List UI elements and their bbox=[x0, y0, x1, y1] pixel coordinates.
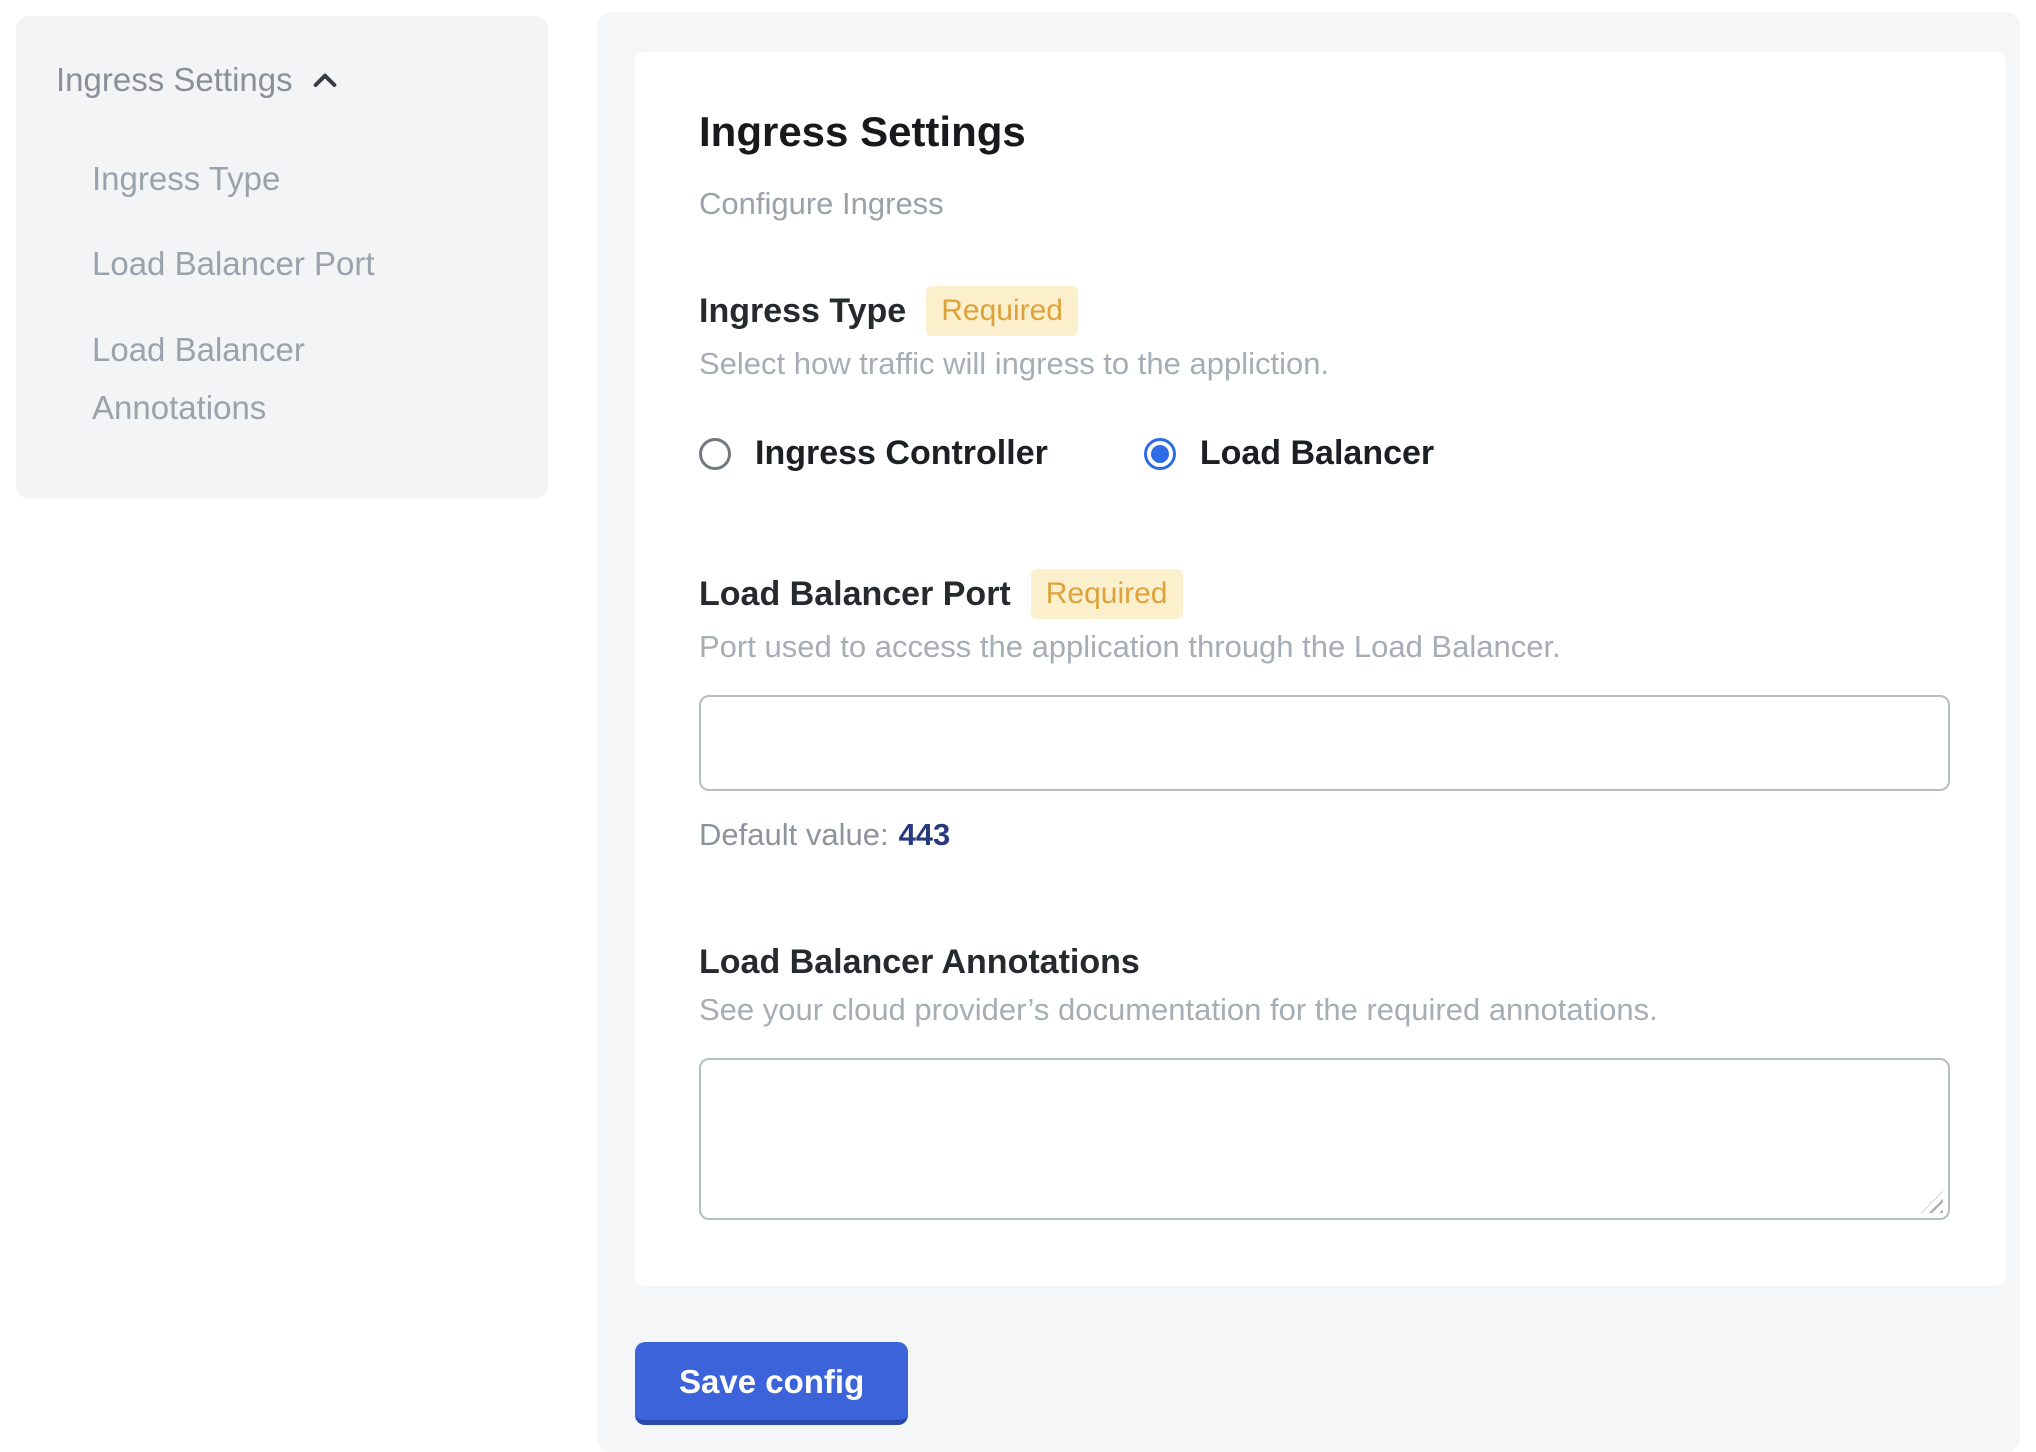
ingress-type-radio-group: Ingress Controller Load Balancer bbox=[699, 434, 1950, 473]
field-load-balancer-port: Load Balancer Port Required Port used to… bbox=[699, 569, 1950, 853]
config-card: Ingress Settings Configure Ingress Ingre… bbox=[635, 52, 2006, 1286]
load-balancer-annotations-textarea[interactable] bbox=[699, 1058, 1950, 1220]
load-balancer-port-input[interactable] bbox=[699, 695, 1950, 791]
load-balancer-port-label: Load Balancer Port bbox=[699, 575, 1011, 614]
radio-option-load-balancer[interactable]: Load Balancer bbox=[1144, 434, 1434, 473]
required-badge: Required bbox=[926, 286, 1078, 336]
field-ingress-type: Ingress Type Required Select how traffic… bbox=[699, 286, 1950, 473]
field-label-row: Load Balancer Port Required bbox=[699, 569, 1950, 619]
page-title: Ingress Settings bbox=[699, 108, 1950, 156]
ingress-type-label: Ingress Type bbox=[699, 292, 906, 331]
load-balancer-annotations-label: Load Balancer Annotations bbox=[699, 943, 1950, 982]
sidebar-items: Ingress Type Load Balancer Port Load Bal… bbox=[56, 150, 508, 437]
default-value-line: Default value: 443 bbox=[699, 817, 1950, 853]
sidebar-nav: Ingress Settings Ingress Type Load Balan… bbox=[16, 16, 548, 499]
load-balancer-port-help: Port used to access the application thro… bbox=[699, 629, 1950, 665]
radio-option-ingress-controller[interactable]: Ingress Controller bbox=[699, 434, 1048, 473]
field-load-balancer-annotations: Load Balancer Annotations See your cloud… bbox=[699, 943, 1950, 1220]
chevron-up-icon bbox=[309, 65, 341, 97]
sidebar-item-load-balancer-annotations[interactable]: Load Balancer Annotations bbox=[92, 321, 402, 437]
radio-label: Load Balancer bbox=[1200, 434, 1434, 473]
radio-selected-icon bbox=[1144, 438, 1176, 470]
default-value-label: Default value: bbox=[699, 817, 889, 852]
textarea-wrap bbox=[699, 1058, 1950, 1220]
ingress-type-help: Select how traffic will ingress to the a… bbox=[699, 346, 1950, 382]
required-badge: Required bbox=[1031, 569, 1183, 619]
page-subtitle: Configure Ingress bbox=[699, 186, 1950, 222]
default-value: 443 bbox=[899, 817, 951, 852]
load-balancer-annotations-help: See your cloud provider’s documentation … bbox=[699, 992, 1950, 1028]
radio-label: Ingress Controller bbox=[755, 434, 1048, 473]
sidebar-title: Ingress Settings bbox=[56, 60, 293, 100]
radio-unselected-icon bbox=[699, 438, 731, 470]
save-config-button[interactable]: Save config bbox=[635, 1342, 908, 1425]
sidebar-item-ingress-type[interactable]: Ingress Type bbox=[92, 150, 508, 208]
field-label-row: Ingress Type Required bbox=[699, 286, 1950, 336]
config-panel: Ingress Settings Configure Ingress Ingre… bbox=[597, 12, 2020, 1452]
sidebar-item-ingress-settings[interactable]: Ingress Settings bbox=[56, 60, 508, 100]
sidebar-item-load-balancer-port[interactable]: Load Balancer Port bbox=[92, 235, 508, 293]
page: Ingress Settings Ingress Type Load Balan… bbox=[0, 0, 2036, 1452]
